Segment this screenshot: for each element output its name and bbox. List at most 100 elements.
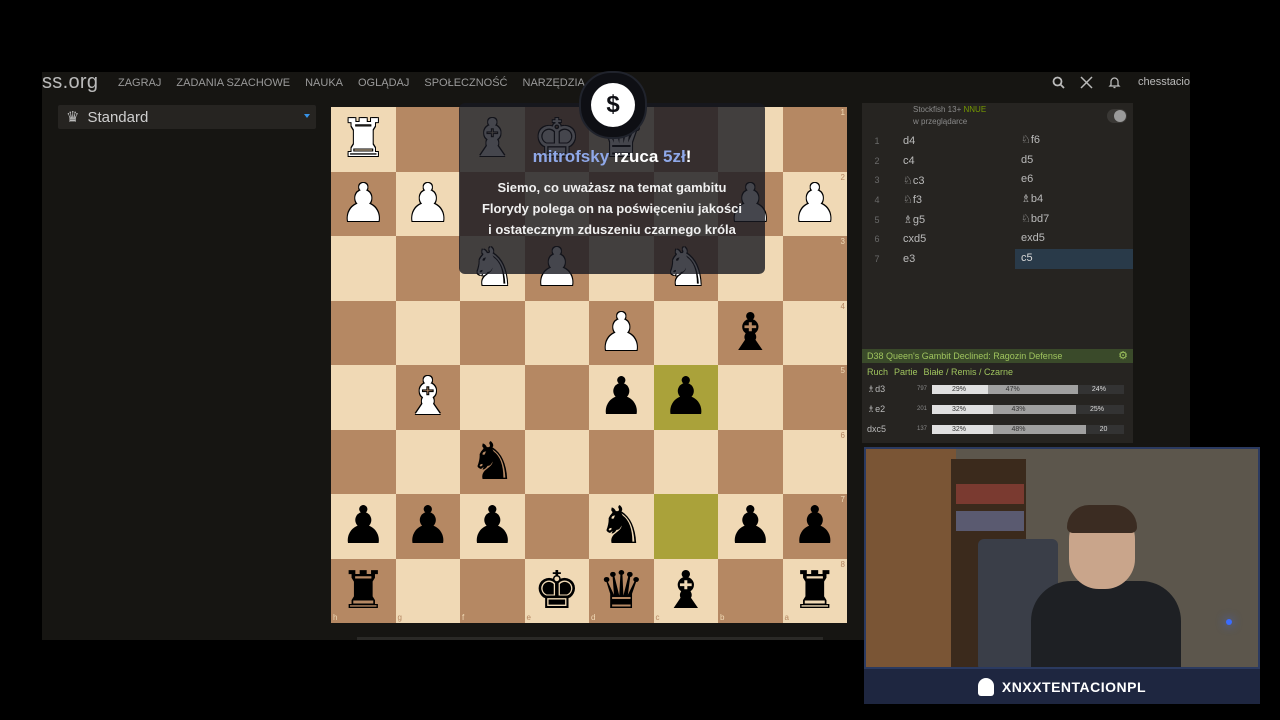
board-square[interactable] xyxy=(524,429,589,494)
board-square[interactable]: f xyxy=(460,558,525,623)
black-move[interactable]: exd5 xyxy=(1015,229,1133,249)
board-square[interactable]: g xyxy=(395,558,460,623)
board-square[interactable]: ♟ xyxy=(589,300,654,365)
white-piece[interactable]: ♝ xyxy=(404,371,451,423)
board-square[interactable]: ♞ xyxy=(460,429,525,494)
board-square[interactable]: ♜ xyxy=(331,107,396,172)
black-piece[interactable]: ♟ xyxy=(404,500,451,552)
board-square[interactable]: ♟ xyxy=(395,494,460,559)
nav-watch[interactable]: OGLĄDAJ xyxy=(358,77,409,89)
board-square[interactable]: ♝ c xyxy=(653,558,718,623)
swords-icon[interactable] xyxy=(1078,74,1094,90)
board-square[interactable]: ♟ xyxy=(331,494,396,559)
board-square[interactable] xyxy=(589,429,654,494)
board-square[interactable]: ♛ d xyxy=(589,558,654,623)
board-square[interactable] xyxy=(653,494,718,559)
white-move[interactable]: d4 xyxy=(892,135,1015,147)
white-piece[interactable]: ♟ xyxy=(340,178,387,230)
board-square[interactable]: ♝ xyxy=(718,300,783,365)
bell-icon[interactable] xyxy=(1106,74,1122,90)
black-move[interactable]: e6 xyxy=(1015,170,1133,190)
username-link[interactable]: chesstacio xyxy=(1138,76,1190,88)
board-square[interactable] xyxy=(718,429,783,494)
black-piece[interactable]: ♟ xyxy=(791,500,838,552)
board-square[interactable]: 6 xyxy=(782,429,847,494)
white-move[interactable]: e3 xyxy=(892,253,1015,265)
board-square[interactable]: ♟ xyxy=(331,171,396,236)
board-square[interactable] xyxy=(331,300,396,365)
board-square[interactable] xyxy=(460,365,525,430)
nav-tools[interactable]: NARZĘDZIA xyxy=(523,77,585,89)
nav-community[interactable]: SPOŁECZNOŚĆ xyxy=(424,77,507,89)
explorer-row[interactable]: ♗d3 797 29% 47% 24% xyxy=(862,380,1133,398)
black-move[interactable]: ♘f6 xyxy=(1015,131,1133,151)
search-icon[interactable] xyxy=(1050,74,1066,90)
black-piece[interactable]: ♞ xyxy=(598,500,645,552)
board-square[interactable] xyxy=(331,236,396,301)
explorer-row[interactable]: dxc5 137 32% 48% 20 xyxy=(862,420,1133,438)
board-square[interactable]: 3 xyxy=(782,236,847,301)
board-square[interactable]: ♟ xyxy=(653,365,718,430)
nav-puzzles[interactable]: ZADANIA SZACHOWE xyxy=(176,77,290,89)
board-square[interactable]: ♟ 2 xyxy=(782,171,847,236)
board-square[interactable] xyxy=(524,494,589,559)
board-square[interactable]: ♚ e xyxy=(524,558,589,623)
explorer-row[interactable]: ♗e2 201 32% 43% 25% xyxy=(862,400,1133,418)
white-move[interactable]: ♘c3 xyxy=(892,174,1015,187)
white-move[interactable]: cxd5 xyxy=(892,233,1015,245)
nav-play[interactable]: ZAGRAJ xyxy=(118,77,161,89)
board-square[interactable] xyxy=(395,236,460,301)
board-square[interactable]: ♝ xyxy=(395,365,460,430)
white-move[interactable]: c4 xyxy=(892,155,1015,167)
black-piece[interactable]: ♝ xyxy=(727,307,774,359)
board-square[interactable] xyxy=(653,429,718,494)
black-piece[interactable]: ♟ xyxy=(598,371,645,423)
white-piece[interactable]: ♟ xyxy=(791,178,838,230)
black-piece[interactable]: ♟ xyxy=(340,500,387,552)
board-square[interactable] xyxy=(331,429,396,494)
board-square[interactable] xyxy=(395,300,460,365)
board-square[interactable]: ♟ xyxy=(589,365,654,430)
black-piece[interactable]: ♜ xyxy=(340,565,387,617)
nav-learn[interactable]: NAUKA xyxy=(305,77,343,89)
black-move[interactable]: ♗b4 xyxy=(1015,190,1133,210)
board-square[interactable] xyxy=(524,300,589,365)
white-piece[interactable]: ♟ xyxy=(598,307,645,359)
board-square[interactable] xyxy=(524,365,589,430)
board-square[interactable]: ♟ xyxy=(460,494,525,559)
variant-selector[interactable]: ♛ Standard xyxy=(58,105,316,129)
site-logo[interactable]: ss.org xyxy=(42,71,98,94)
black-piece[interactable]: ♝ xyxy=(662,565,709,617)
black-piece[interactable]: ♚ xyxy=(533,565,580,617)
engine-toggle[interactable] xyxy=(1107,109,1127,123)
board-square[interactable]: ♟ xyxy=(395,171,460,236)
black-piece[interactable]: ♞ xyxy=(469,436,516,488)
black-piece[interactable]: ♟ xyxy=(662,371,709,423)
board-square[interactable]: 4 xyxy=(782,300,847,365)
board-square[interactable]: ♞ xyxy=(589,494,654,559)
black-piece[interactable]: ♟ xyxy=(727,500,774,552)
black-move[interactable]: ♘bd7 xyxy=(1015,210,1133,230)
black-move[interactable]: d5 xyxy=(1015,151,1133,171)
board-square[interactable] xyxy=(653,300,718,365)
board-square[interactable]: 1 xyxy=(782,107,847,172)
board-square[interactable] xyxy=(395,429,460,494)
board-square[interactable]: ♟ xyxy=(718,494,783,559)
black-piece[interactable]: ♜ xyxy=(791,565,838,617)
board-square[interactable] xyxy=(460,300,525,365)
white-piece[interactable]: ♜ xyxy=(340,113,387,165)
black-piece[interactable]: ♟ xyxy=(469,500,516,552)
gear-icon[interactable]: ⚙ xyxy=(1118,349,1128,363)
white-piece[interactable]: ♟ xyxy=(404,178,451,230)
board-square[interactable] xyxy=(395,107,460,172)
black-move[interactable]: c5 xyxy=(1015,249,1133,269)
white-move[interactable]: ♘f3 xyxy=(892,193,1015,206)
board-square[interactable] xyxy=(331,365,396,430)
board-square[interactable]: ♜ h xyxy=(331,558,396,623)
white-move[interactable]: ♗g5 xyxy=(892,213,1015,226)
board-square[interactable]: ♟ 7 xyxy=(782,494,847,559)
board-square[interactable]: ♜ 8 a xyxy=(782,558,847,623)
board-square[interactable]: b xyxy=(718,558,783,623)
board-square[interactable] xyxy=(718,365,783,430)
black-piece[interactable]: ♛ xyxy=(598,565,645,617)
